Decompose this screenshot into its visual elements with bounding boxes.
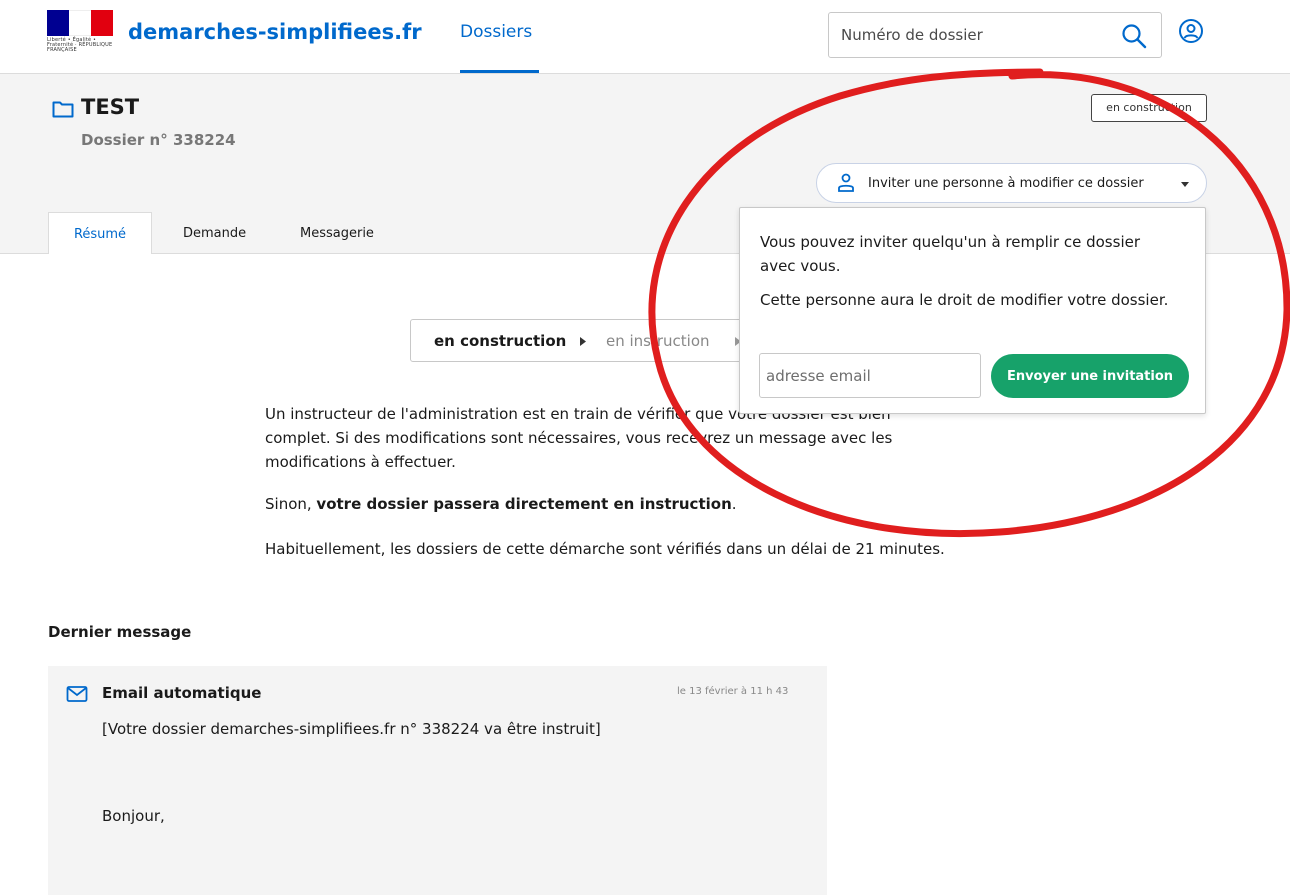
nav-active-underline [460,70,539,73]
dossier-number: Dossier n° 338224 [81,131,236,149]
email-input[interactable] [759,353,981,398]
message-author: Email automatique [102,684,262,702]
invite-person-button[interactable]: Inviter une personne à modifier ce dossi… [816,163,1207,203]
next-step-prefix: Sinon, [265,495,317,513]
status-next-step: Sinon, votre dossier passera directement… [265,492,955,516]
marianne-logo[interactable]: Liberté • Égalité • Fraternité · RÉPUBLI… [47,10,113,53]
verification-delay: Habituellement, les dossiers de cette dé… [265,540,945,558]
last-message-title: Dernier message [48,623,192,641]
nav-dossiers[interactable]: Dossiers [460,22,532,42]
status-progress: en construction en instruction [410,319,750,362]
tab-messagerie[interactable]: Messagerie [300,212,374,254]
step-en-construction: en construction [434,332,567,350]
tab-demande[interactable]: Demande [183,212,246,254]
send-invitation-button[interactable]: Envoyer une invitation [991,354,1189,398]
step-en-instruction: en instruction [606,332,710,350]
message-date: le 13 février à 11 h 43 [677,686,789,697]
step-arrow-icon [580,337,586,346]
invite-text-2: Cette personne aura le droit de modifier… [760,291,1169,309]
message-card[interactable]: Email automatique le 13 février à 11 h 4… [48,666,827,895]
invite-button-label: Inviter une personne à modifier ce dossi… [868,176,1144,191]
mail-icon [66,686,88,702]
logo-caption: Liberté • Égalité • Fraternité · RÉPUBLI… [47,37,113,53]
french-flag-icon [47,10,113,36]
status-badge: en construction [1091,94,1207,122]
site-name[interactable]: demarches-simplifiees.fr [128,20,422,44]
message-subject: [Votre dossier demarches-simplifiees.fr … [102,720,601,738]
invite-text-1: Vous pouvez inviter quelqu'un à remplir … [760,233,1141,275]
search-icon[interactable] [1119,21,1149,51]
next-step-suffix: . [731,495,737,513]
dossier-title: TEST [81,95,140,119]
chevron-down-icon [1181,182,1189,187]
user-account-icon[interactable] [1178,18,1204,44]
invite-popover: Vous pouvez inviter quelqu'un à remplir … [739,207,1206,414]
folder-icon [52,101,74,118]
top-header: Liberté • Égalité • Fraternité · RÉPUBLI… [0,0,1290,74]
person-icon [838,173,854,192]
next-step-bold: votre dossier passera directement en ins… [316,495,732,513]
message-greeting: Bonjour, [102,807,165,825]
search-input[interactable] [829,13,1109,57]
search-box [828,12,1162,58]
tab-resume[interactable]: Résumé [48,212,152,254]
